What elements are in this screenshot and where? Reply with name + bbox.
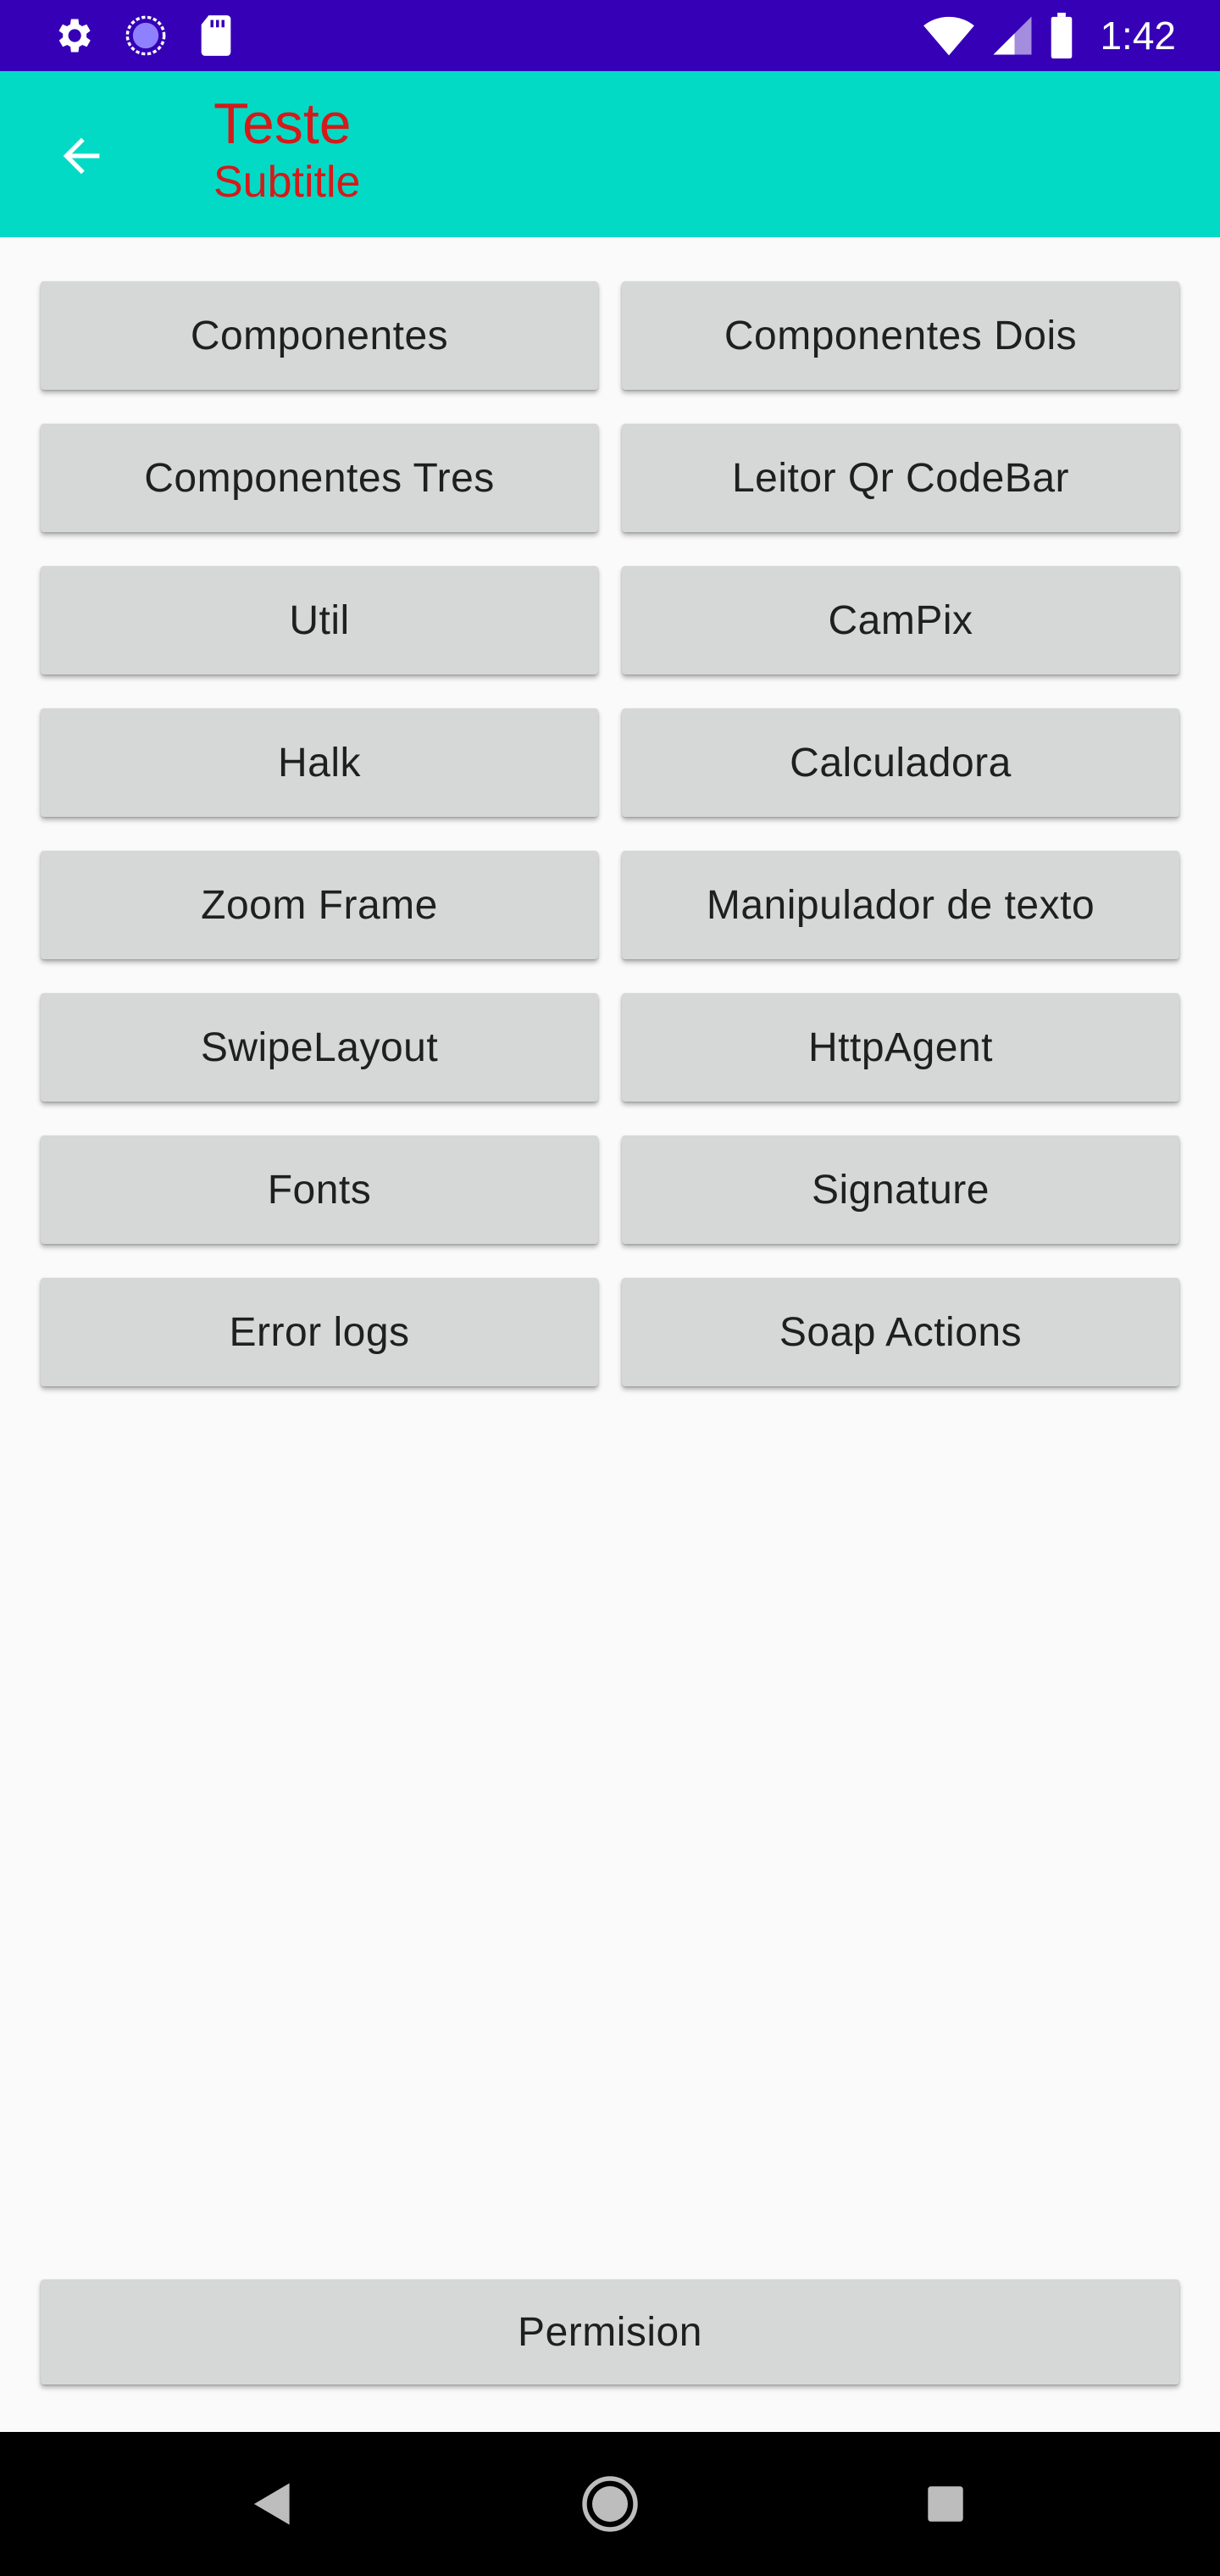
leitor-qr-codebar-button[interactable]: Leitor Qr CodeBar	[622, 424, 1179, 532]
halk-button[interactable]: Halk	[41, 708, 598, 817]
error-logs-button[interactable]: Error logs	[41, 1278, 598, 1386]
nav-home-button[interactable]	[568, 2462, 652, 2546]
status-time: 1:42	[1100, 14, 1176, 58]
status-left-icons	[51, 12, 236, 59]
status-right-icons: 1:42	[922, 8, 1176, 63]
sd-card-icon	[197, 14, 236, 58]
soap-actions-button[interactable]: Soap Actions	[622, 1278, 1179, 1386]
home-circle-icon	[580, 2473, 640, 2534]
componentes-tres-button[interactable]: Componentes Tres	[41, 424, 598, 532]
manipulador-de-texto-button[interactable]: Manipulador de texto	[622, 851, 1179, 959]
title-block: Teste Subtitle	[214, 90, 360, 208]
navigation-bar	[0, 2432, 1220, 2576]
componentes-dois-button[interactable]: Componentes Dois	[622, 281, 1179, 390]
nav-recents-button[interactable]	[903, 2462, 988, 2546]
loading-icon	[124, 14, 168, 58]
app-bar: Teste Subtitle	[0, 71, 1220, 237]
status-bar: 1:42	[0, 0, 1220, 71]
page-subtitle: Subtitle	[214, 157, 361, 207]
swipelayout-button[interactable]: SwipeLayout	[41, 993, 598, 1102]
nav-back-button[interactable]	[230, 2462, 315, 2546]
page-title: Teste	[214, 92, 352, 156]
arrow-back-icon	[54, 129, 108, 183]
componentes-button[interactable]: Componentes	[41, 281, 598, 390]
battery-icon	[1049, 13, 1074, 58]
wifi-icon	[922, 14, 976, 58]
buttons-grid: Componentes Componentes Dois Componentes…	[41, 281, 1179, 1386]
campix-button[interactable]: CamPix	[622, 566, 1179, 675]
fonts-button[interactable]: Fonts	[41, 1135, 598, 1244]
gear-icon	[51, 14, 95, 58]
calculadora-button[interactable]: Calculadora	[622, 708, 1179, 817]
util-button[interactable]: Util	[41, 566, 598, 675]
back-button[interactable]	[30, 105, 132, 207]
back-triangle-icon	[252, 2481, 294, 2527]
recents-square-icon	[926, 2484, 965, 2523]
httpagent-button[interactable]: HttpAgent	[622, 993, 1179, 1102]
signature-button[interactable]: Signature	[622, 1135, 1179, 1244]
zoom-frame-button[interactable]: Zoom Frame	[41, 851, 598, 959]
permision-button[interactable]: Permision	[41, 2279, 1179, 2384]
signal-icon	[991, 14, 1034, 58]
